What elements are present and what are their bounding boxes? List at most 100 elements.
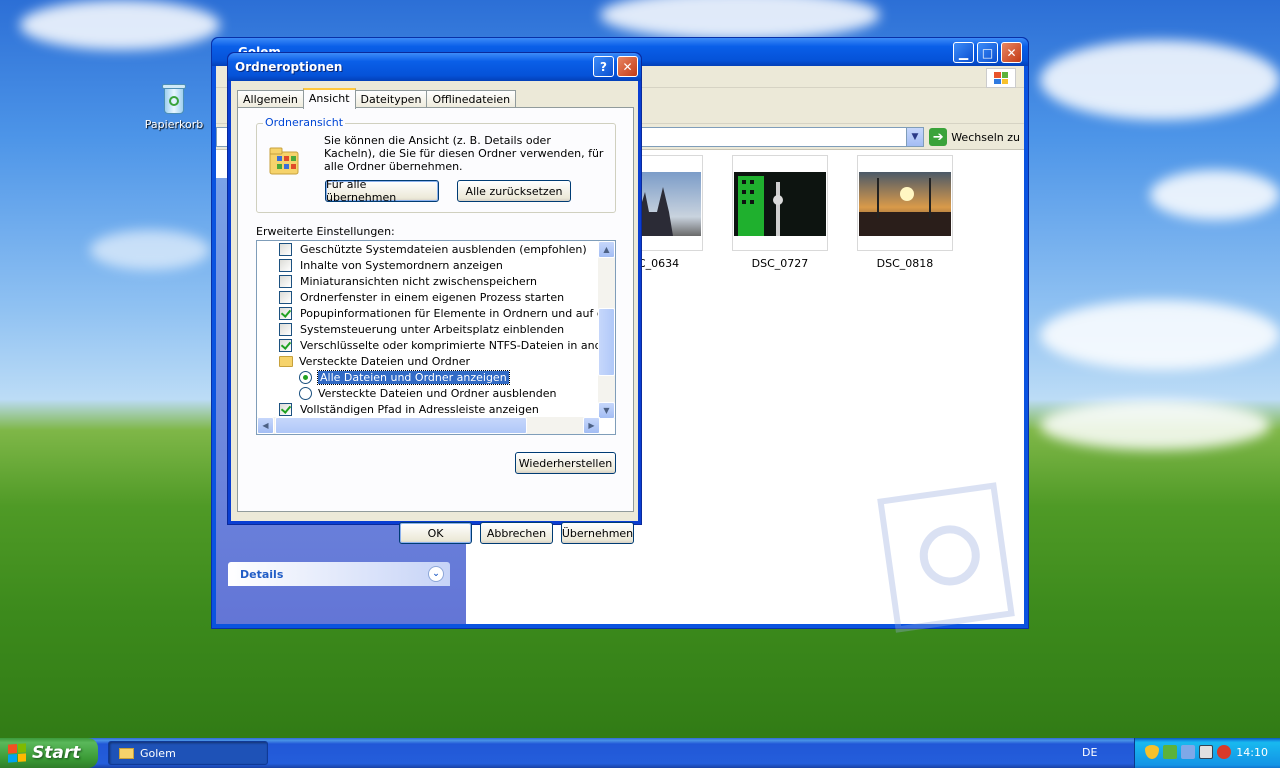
apply-to-all-button[interactable]: Für alle übernehmen	[325, 178, 439, 204]
setting-row[interactable]: Verschlüsselte oder komprimierte NTFS-Da…	[279, 337, 616, 353]
scroll-thumb[interactable]	[598, 308, 615, 376]
go-button[interactable]: ➔ Wechseln zu	[929, 128, 1020, 146]
setting-row[interactable]: Vollständigen Pfad in Adressleiste anzei…	[279, 401, 539, 417]
display-icon[interactable]	[1199, 745, 1213, 759]
tab-strip: Allgemein Ansicht Dateitypen Offlinedate…	[237, 88, 517, 109]
apply-button[interactable]: Übernehmen	[561, 522, 634, 544]
checkbox[interactable]	[279, 290, 292, 304]
cloud	[600, 0, 880, 40]
tab-panel-ansicht: Ordneransicht Sie können die Ansicht (z.…	[237, 107, 634, 512]
setting-label: Versteckte Dateien und Ordner ausblenden	[318, 386, 557, 400]
security-shield-icon[interactable]	[1145, 745, 1159, 759]
photo-sunset-station	[859, 172, 951, 236]
thumbnail-label: DSC_0818	[876, 257, 934, 270]
setting-row[interactable]: Inhalte von Systemordnern anzeigen	[279, 257, 503, 273]
setting-label: Inhalte von Systemordnern anzeigen	[300, 258, 503, 272]
setting-row[interactable]: Geschützte Systemdateien ausblenden (emp…	[279, 241, 587, 257]
thumbnail-item[interactable]	[857, 155, 953, 251]
cloud	[20, 0, 220, 50]
folder-view-icon	[269, 147, 299, 175]
windows-flag-icon	[986, 68, 1016, 88]
setting-row[interactable]: Miniaturansichten nicht zwischenspeicher…	[279, 273, 537, 289]
address-dropdown-button[interactable]: ▼	[906, 127, 924, 147]
checkbox[interactable]	[279, 258, 292, 272]
checkbox-checked[interactable]	[279, 306, 292, 320]
system-tray: 14:10	[1134, 738, 1280, 768]
taskbar-item-golem[interactable]: Golem	[108, 741, 268, 765]
cloud	[90, 230, 210, 270]
thumbnail-item[interactable]	[732, 155, 828, 251]
language-indicator[interactable]: DE	[1082, 746, 1097, 759]
dialog-body: Allgemein Ansicht Dateitypen Offlinedate…	[231, 81, 638, 544]
setting-row[interactable]: Popupinformationen für Elemente in Ordne…	[279, 305, 615, 321]
scroll-up-icon[interactable]: ▲	[598, 241, 615, 258]
setting-row[interactable]: Ordnerfenster in einem eigenen Prozess s…	[279, 289, 564, 305]
minimize-button[interactable]: ▁	[953, 42, 974, 63]
checkbox[interactable]	[279, 322, 292, 336]
recycle-bin-icon	[159, 82, 189, 114]
checkbox[interactable]	[279, 242, 292, 256]
group-title: Ordneransicht	[263, 116, 346, 129]
tab-ansicht[interactable]: Ansicht	[302, 88, 356, 109]
cloud	[1040, 400, 1270, 450]
setting-label: Systemsteuerung unter Arbeitsplatz einbl…	[300, 322, 565, 336]
details-panel-header[interactable]: Details ⌄	[228, 562, 450, 586]
ok-button[interactable]: OK	[399, 522, 472, 544]
thumbnail-label: DSC_0727	[751, 257, 809, 270]
desktop-icon-recycle-bin[interactable]: Papierkorb	[142, 82, 206, 131]
advanced-settings-label: Erweiterte Einstellungen:	[256, 225, 395, 238]
setting-row[interactable]: Systemsteuerung unter Arbeitsplatz einbl…	[279, 321, 564, 337]
alert-shield-icon[interactable]	[1217, 745, 1231, 759]
setting-label: Alle Dateien und Ordner anzeigen	[317, 369, 510, 385]
network-icon[interactable]	[1163, 745, 1177, 759]
clock[interactable]: 14:10	[1236, 746, 1268, 759]
radio[interactable]	[299, 386, 312, 400]
start-label: Start	[32, 743, 81, 763]
dialog-close-button[interactable]: ✕	[617, 56, 638, 77]
go-arrow-icon: ➔	[929, 128, 948, 146]
setting-label: Popupinformationen für Elemente in Ordne…	[300, 306, 615, 320]
recycle-bin-label: Papierkorb	[144, 118, 204, 131]
setting-label: Verschlüsselte oder komprimierte NTFS-Da…	[300, 338, 616, 352]
setting-label: Vollständigen Pfad in Adressleiste anzei…	[300, 402, 539, 416]
cancel-button[interactable]: Abbrechen	[480, 522, 553, 544]
restore-defaults-button[interactable]: Wiederherstellen	[515, 452, 616, 474]
explorer-close-button[interactable]: ✕	[1001, 42, 1022, 63]
setting-row[interactable]: Alle Dateien und Ordner anzeigen	[299, 369, 510, 385]
go-label: Wechseln zu	[951, 130, 1020, 144]
folder-options-dialog[interactable]: Ordneroptionen ? ✕ Allgemein Ansicht Dat…	[227, 52, 642, 544]
cloud	[1040, 40, 1280, 120]
help-button[interactable]: ?	[593, 56, 614, 77]
checkbox-checked[interactable]	[279, 338, 292, 352]
folder-icon	[279, 355, 293, 367]
hardware-icon[interactable]	[1181, 745, 1195, 759]
scroll-left-icon[interactable]: ◀	[257, 417, 274, 434]
hscroll-thumb[interactable]	[275, 417, 527, 434]
taskbar: Start Golem DE 14:10	[0, 738, 1280, 768]
setting-label: Miniaturansichten nicht zwischenspeicher…	[300, 274, 537, 288]
radio-checked[interactable]	[299, 370, 312, 384]
setting-group-row: Versteckte Dateien und Ordner	[279, 353, 470, 369]
setting-group-label: Versteckte Dateien und Ordner	[299, 354, 471, 368]
folder-watermark-icon	[877, 482, 1015, 633]
setting-row[interactable]: Versteckte Dateien und Ordner ausblenden	[299, 385, 556, 401]
scroll-right-icon[interactable]: ▶	[583, 417, 600, 434]
scroll-down-icon[interactable]: ▼	[598, 402, 615, 419]
checkbox-checked[interactable]	[279, 402, 292, 416]
chevron-down-icon[interactable]: ⌄	[428, 566, 444, 582]
dialog-title: Ordneroptionen	[235, 60, 343, 74]
advanced-settings-list[interactable]: Geschützte Systemdateien ausblenden (emp…	[256, 240, 616, 435]
checkbox[interactable]	[279, 274, 292, 288]
group-description: Sie können die Ansicht (z. B. Details od…	[324, 134, 604, 173]
vertical-scrollbar[interactable]: ▲ ▼	[598, 241, 615, 419]
photo-night-building	[734, 172, 826, 236]
setting-label: Geschützte Systemdateien ausblenden (emp…	[300, 242, 587, 256]
maximize-button[interactable]: □	[977, 42, 998, 63]
horizontal-scrollbar[interactable]: ◀ ▶	[257, 417, 600, 434]
details-label: Details	[240, 568, 284, 581]
start-button[interactable]: Start	[0, 738, 98, 768]
folder-view-group: Ordneransicht Sie können die Ansicht (z.…	[256, 116, 616, 213]
dialog-titlebar[interactable]: Ordneroptionen ? ✕	[228, 53, 641, 81]
windows-logo-icon	[8, 743, 26, 763]
reset-all-button[interactable]: Alle zurücksetzen	[457, 180, 571, 202]
